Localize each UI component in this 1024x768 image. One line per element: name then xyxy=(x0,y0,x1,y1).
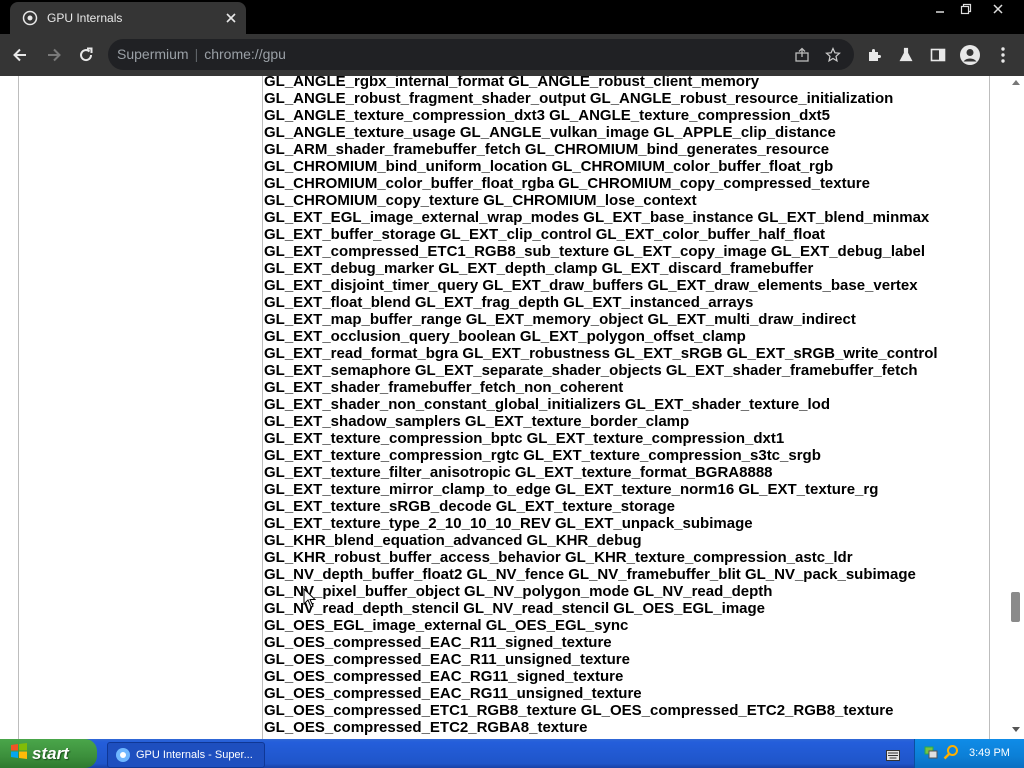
taskbar-window-label: GPU Internals - Super... xyxy=(136,749,253,761)
tab-strip: GPU Internals xyxy=(0,0,1024,34)
restore-icon[interactable] xyxy=(952,0,980,18)
browser-icon xyxy=(115,747,131,763)
extension-line: GL_ANGLE_rgbx_internal_format GL_ANGLE_r… xyxy=(264,76,760,90)
extension-line: GL_EXT_debug_marker GL_EXT_depth_clamp G… xyxy=(264,260,814,277)
extension-line: GL_OES_compressed_EAC_R11_signed_texture xyxy=(264,634,612,651)
mouse-cursor-icon xyxy=(303,587,317,613)
start-button[interactable]: start xyxy=(0,739,97,768)
network-icon[interactable] xyxy=(923,744,939,765)
flask-icon[interactable] xyxy=(893,42,919,68)
windows-flag-icon xyxy=(10,742,28,765)
extension-line: GL_OES_compressed_EAC_RG11_unsigned_text… xyxy=(264,685,642,702)
reload-icon[interactable] xyxy=(73,42,99,68)
scrollbar-thumb[interactable] xyxy=(1011,592,1020,622)
extension-line: GL_EXT_map_buffer_range GL_EXT_memory_ob… xyxy=(264,311,856,328)
extension-line: GL_EXT_texture_compression_rgtc GL_EXT_t… xyxy=(264,447,821,464)
omnibox-separator: | xyxy=(194,46,199,62)
puzzle-icon[interactable] xyxy=(861,42,887,68)
close-icon[interactable] xyxy=(222,9,240,27)
omnibox-text: Supermium | chrome://gpu xyxy=(117,46,286,62)
taskbar-window-button[interactable]: GPU Internals - Super... xyxy=(107,742,265,768)
tab-title: GPU Internals xyxy=(47,11,123,25)
extension-line: GL_EXT_semaphore GL_EXT_separate_shader_… xyxy=(264,362,918,379)
window-close-icon[interactable] xyxy=(984,0,1012,18)
extension-line: GL_EXT_buffer_storage GL_EXT_clip_contro… xyxy=(264,226,825,243)
extension-line: GL_EXT_EGL_image_external_wrap_modes GL_… xyxy=(264,209,930,226)
tab-gpu-internals[interactable]: GPU Internals xyxy=(10,2,246,34)
extension-line: GL_NV_read_depth_stencil GL_NV_read_sten… xyxy=(264,600,766,617)
extension-line: GL_EXT_texture_mirror_clamp_to_edge GL_E… xyxy=(264,481,879,498)
start-label: start xyxy=(32,743,69,763)
extension-line: GL_NV_pixel_buffer_object GL_NV_polygon_… xyxy=(264,583,773,600)
extension-line: GL_EXT_shader_non_constant_global_initia… xyxy=(264,396,831,413)
forward-icon[interactable] xyxy=(41,42,67,68)
omnibox-url: chrome://gpu xyxy=(204,46,286,62)
extension-line: GL_KHR_blend_equation_advanced GL_KHR_de… xyxy=(264,532,642,549)
extension-line: GL_EXT_texture_filter_anisotropic GL_EXT… xyxy=(264,464,773,481)
extension-line: GL_EXT_compressed_ETC1_RGB8_sub_texture … xyxy=(264,243,926,260)
scroll-down-icon[interactable] xyxy=(1011,724,1021,734)
extension-line: GL_ANGLE_robust_fragment_shader_output G… xyxy=(264,90,894,107)
keyboard-icon[interactable] xyxy=(886,748,900,766)
share-icon[interactable] xyxy=(792,45,812,65)
extension-line: GL_OES_EGL_image_external GL_OES_EGL_syn… xyxy=(264,617,629,634)
extension-line: GL_OES_compressed_ETC2_RGBA8_texture xyxy=(264,719,588,736)
extension-line: GL_OES_compressed_EAC_R11_unsigned_textu… xyxy=(264,651,630,668)
table-left-border xyxy=(18,76,19,739)
extension-line: GL_EXT_shadow_samplers GL_EXT_texture_bo… xyxy=(264,413,690,430)
globe-icon xyxy=(22,10,38,26)
page-content: GL_ANGLE_rgbx_internal_format GL_ANGLE_r… xyxy=(0,76,1024,739)
extension-line: GL_ANGLE_texture_compression_dxt3 GL_ANG… xyxy=(264,107,831,124)
clock: 3:49 PM xyxy=(969,747,1010,759)
omnibox-site: Supermium xyxy=(117,46,189,62)
extension-line: GL_KHR_robust_buffer_access_behavior GL_… xyxy=(264,549,853,566)
extension-line: GL_OES_compressed_ETC1_RGB8_texture GL_O… xyxy=(264,702,894,719)
back-icon[interactable] xyxy=(7,42,33,68)
profile-icon[interactable] xyxy=(957,42,983,68)
menu-icon[interactable] xyxy=(990,42,1016,68)
toolbar: Supermium | chrome://gpu xyxy=(0,34,1024,76)
extension-line: GL_OES_compressed_EAC_RG11_signed_textur… xyxy=(264,668,624,685)
omnibox[interactable]: Supermium | chrome://gpu xyxy=(108,39,854,70)
extension-line: GL_EXT_float_blend GL_EXT_frag_depth GL_… xyxy=(264,294,754,311)
extension-line: GL_ARM_shader_framebuffer_fetch GL_CHROM… xyxy=(264,141,830,158)
extension-line: GL_EXT_read_format_bgra GL_EXT_robustnes… xyxy=(264,345,938,362)
star-icon[interactable] xyxy=(823,45,843,65)
extension-line: GL_EXT_texture_type_2_10_10_10_REV GL_EX… xyxy=(264,515,753,532)
scrollbar[interactable] xyxy=(1006,76,1024,739)
extension-line: GL_CHROMIUM_color_buffer_float_rgba GL_C… xyxy=(264,175,870,192)
extension-line: GL_EXT_occlusion_query_boolean GL_EXT_po… xyxy=(264,328,746,345)
search-icon[interactable] xyxy=(943,744,959,765)
extension-line: GL_EXT_texture_compression_bptc GL_EXT_t… xyxy=(264,430,785,447)
extension-line: GL_NV_depth_buffer_float2 GL_NV_fence GL… xyxy=(264,566,916,583)
system-tray: 3:49 PM xyxy=(914,739,1024,768)
scroll-up-icon[interactable] xyxy=(1011,77,1021,87)
extension-line: GL_EXT_texture_sRGB_decode GL_EXT_textur… xyxy=(264,498,675,515)
extension-line: GL_EXT_shader_framebuffer_fetch_non_cohe… xyxy=(264,379,624,396)
sidepanel-icon[interactable] xyxy=(925,42,951,68)
taskbar: start GPU Internals - Super... 3:49 PM xyxy=(0,739,1024,768)
extension-line: GL_ANGLE_texture_usage GL_ANGLE_vulkan_i… xyxy=(264,124,836,141)
minimize-icon[interactable] xyxy=(926,0,954,18)
extension-line: GL_CHROMIUM_bind_uniform_location GL_CHR… xyxy=(264,158,834,175)
extension-line: GL_CHROMIUM_copy_texture GL_CHROMIUM_los… xyxy=(264,192,697,209)
extension-line: GL_EXT_disjoint_timer_query GL_EXT_draw_… xyxy=(264,277,918,294)
